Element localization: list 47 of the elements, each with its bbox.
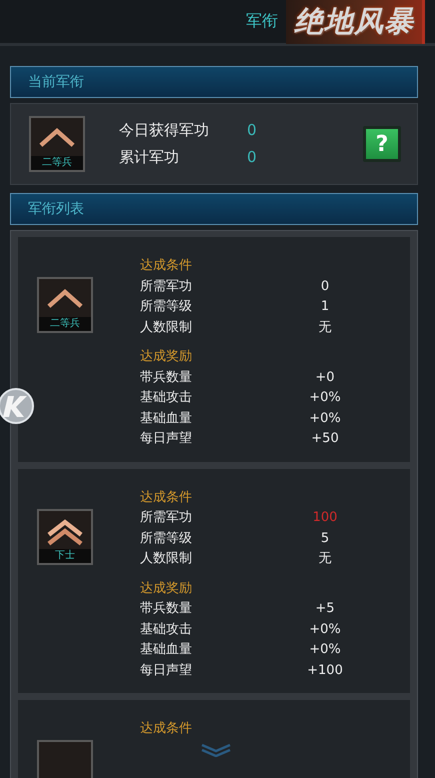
help-button[interactable]: ? — [363, 126, 401, 162]
rank-name: 二等兵 — [31, 156, 83, 170]
stat-value: 0 — [247, 148, 258, 167]
group-heading: 达成奖励 — [140, 580, 193, 598]
row-label: 带兵数量 — [140, 600, 193, 618]
section-header: 军衔列表 — [10, 193, 418, 225]
row-value: 100 — [312, 509, 338, 527]
row-value: +0% — [308, 389, 342, 407]
scroll-down-icon — [200, 743, 232, 757]
row-label: 所需等级 — [140, 530, 193, 548]
row-value: 0 — [320, 278, 330, 296]
row-value: +100 — [306, 662, 344, 680]
group-heading: 达成条件 — [140, 257, 193, 275]
row-value: 无 — [318, 318, 332, 336]
stat-label: 今日获得军功 — [119, 121, 210, 140]
row-value: +0% — [308, 410, 342, 428]
row-label: 基础血量 — [140, 410, 193, 428]
row-value: +50 — [310, 430, 340, 448]
rank-name: 二等兵 — [39, 317, 91, 331]
row-label: 人数限制 — [140, 318, 193, 336]
row-label: 基础血量 — [140, 641, 193, 659]
row-label: 基础攻击 — [140, 389, 193, 407]
row-label: 带兵数量 — [140, 368, 193, 386]
row-label: 人数限制 — [140, 550, 193, 568]
stat-label: 累计军功 — [119, 148, 180, 167]
group-heading: 达成条件 — [140, 488, 193, 506]
row-label: 基础攻击 — [140, 620, 193, 638]
rank-name: 下士 — [39, 548, 91, 562]
row-label: 每日声望 — [140, 662, 193, 680]
row-value: 5 — [320, 530, 330, 548]
stat-value: 0 — [247, 121, 258, 140]
row-label: 每日声望 — [140, 430, 193, 448]
game-logo: 绝地风暴 — [286, 0, 425, 44]
row-value: +0% — [308, 620, 342, 638]
row-value: +0% — [308, 641, 342, 659]
row-value: 无 — [318, 550, 332, 568]
group-heading: 达成条件 — [140, 720, 193, 738]
row-label: 所需军功 — [140, 509, 193, 527]
section-header: 当前军衔 — [10, 66, 418, 98]
page-title: 军衔 — [246, 11, 278, 32]
row-value: +0 — [314, 368, 336, 386]
row-label: 所需军功 — [140, 278, 193, 296]
row-value: 1 — [320, 298, 330, 316]
floating-k-icon[interactable] — [0, 387, 34, 425]
group-heading: 达成奖励 — [140, 348, 193, 366]
row-label: 所需等级 — [140, 298, 193, 316]
row-value: +5 — [314, 600, 336, 618]
